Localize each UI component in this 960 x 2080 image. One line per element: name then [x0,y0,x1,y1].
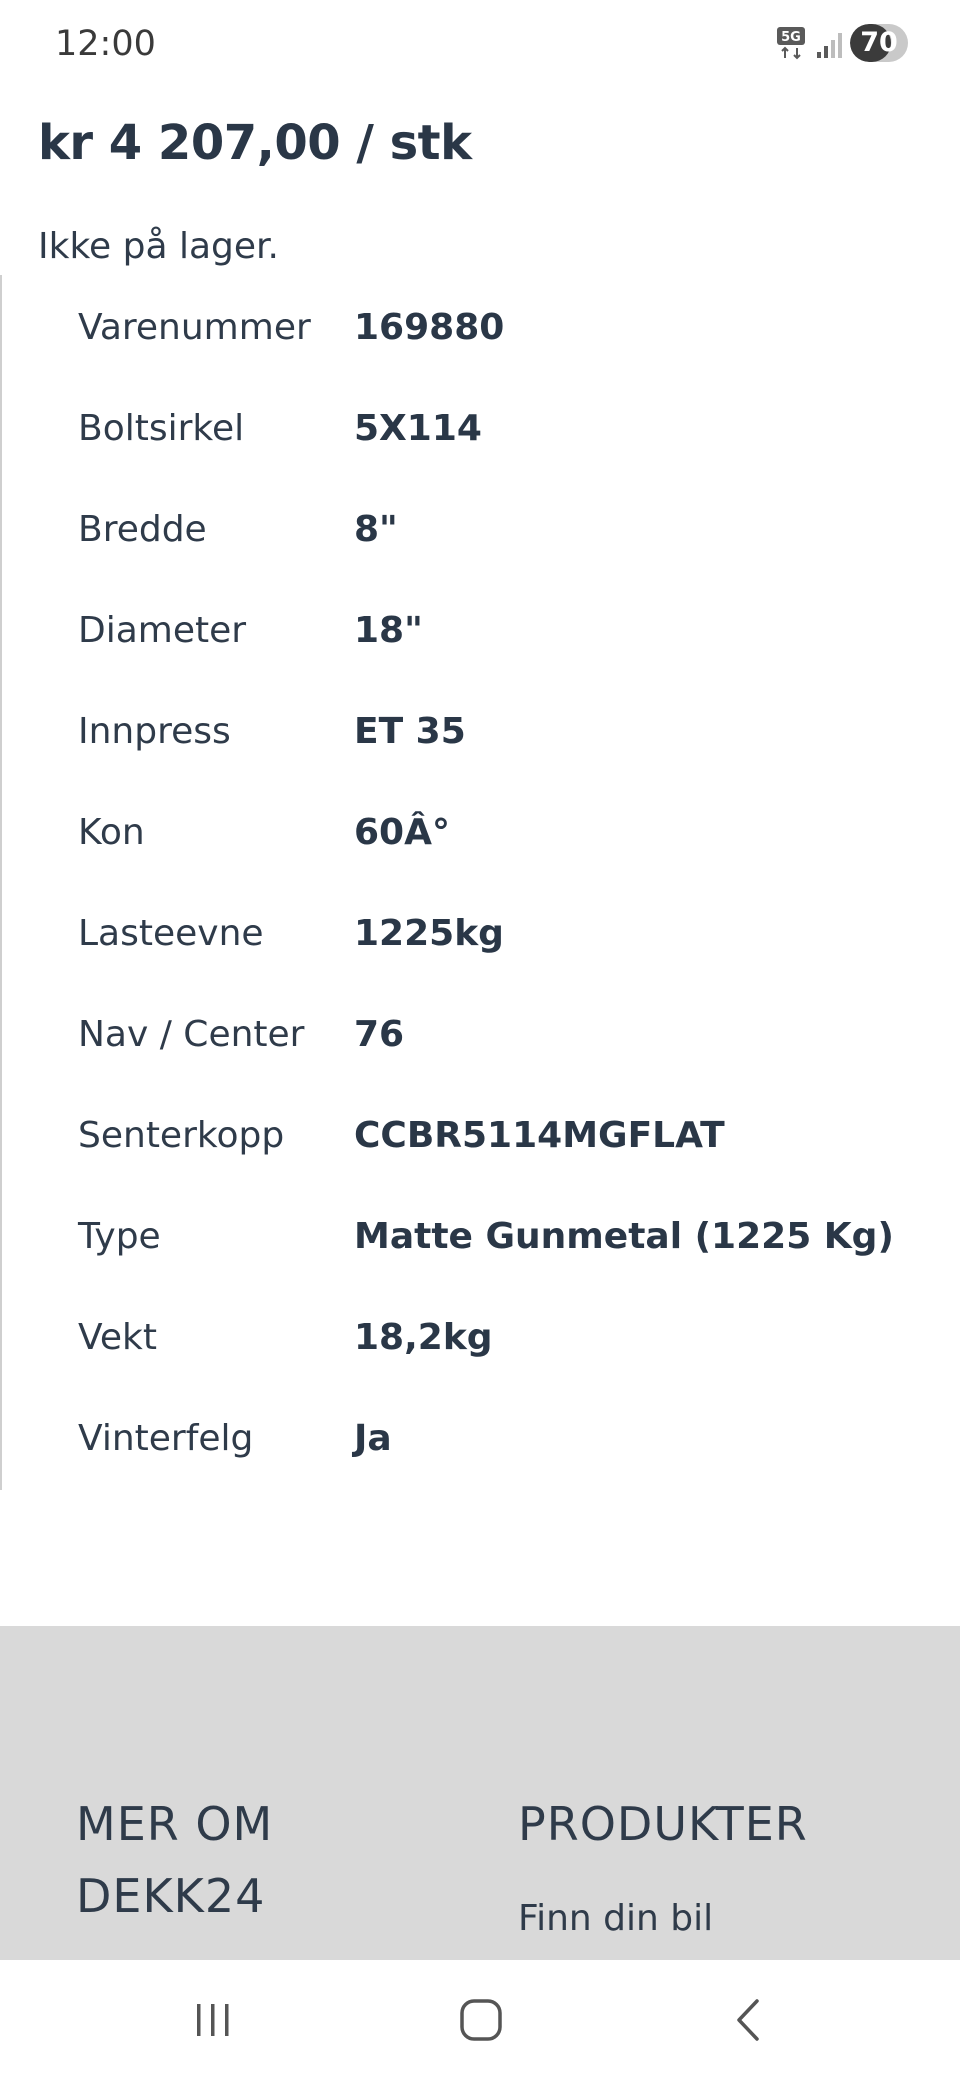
home-icon [460,1999,502,2041]
back-button[interactable] [689,1980,809,2060]
spec-value: 18,2kg [354,1317,493,1358]
spec-row: Innpress ET 35 [2,711,960,771]
spec-row: Nav / Center 76 [2,1014,960,1074]
spec-row: Vekt 18,2kg [2,1317,960,1377]
spec-label: Type [78,1216,161,1257]
spec-label: Innpress [78,711,231,752]
product-price: kr 4 207,00 / stk [38,115,472,171]
spec-label: Bredde [78,509,207,550]
footer-heading-products: PRODUKTER [518,1797,808,1851]
spec-row: Vinterfelg Ja [2,1418,960,1478]
spec-label: Diameter [78,610,247,651]
spec-value: 18" [354,610,423,651]
spec-value: CCBR5114MGFLAT [354,1115,725,1156]
spec-value: Matte Gunmetal (1225 Kg) [354,1216,894,1257]
spec-row: Bredde 8" [2,509,960,569]
spec-value: 60Â° [354,812,450,853]
spec-row: Boltsirkel 5X114 [2,408,960,468]
navigation-bar [0,1960,960,2080]
spec-value: 169880 [354,307,505,348]
spec-row: Type Matte Gunmetal (1225 Kg) [2,1216,960,1276]
spec-value: Ja [354,1418,392,1459]
site-footer: MER OM DEKK24 PRODUKTER Finn din bil [0,1626,960,1960]
spec-label: Vinterfelg [78,1418,254,1459]
signal-strength-icon [817,33,842,58]
footer-heading-about: MER OM DEKK24 [76,1788,273,1932]
recent-apps-icon [197,2004,229,2036]
spec-row: Lasteevne 1225kg [2,913,960,973]
spec-row: Senterkopp CCBR5114MGFLAT [2,1115,960,1175]
spec-value: 1225kg [354,913,504,954]
spec-label: Kon [78,812,145,853]
spec-row: Varenummer 169880 [2,307,960,367]
spec-value: 8" [354,509,398,550]
home-button[interactable] [421,1980,541,2060]
spec-label: Senterkopp [78,1115,285,1156]
spec-value: 76 [354,1014,405,1055]
spec-table: Varenummer 169880 Boltsirkel 5X114 Bredd… [0,275,960,1490]
spec-row: Kon 60Â° [2,812,960,872]
stock-status: Ikke på lager. [38,226,279,267]
back-icon [737,1999,759,2041]
spec-label: Nav / Center [78,1014,305,1055]
spec-row: Diameter 18" [2,610,960,670]
battery-icon: 70 [850,24,908,62]
battery-level: 70 [860,27,898,58]
5g-network-icon: 5G [777,27,805,60]
footer-heading-about-line1: MER OM [76,1797,274,1851]
status-bar: 12:00 5G 70 [0,0,960,88]
spec-value: 5X114 [354,408,482,449]
recent-apps-button[interactable] [153,1980,273,2060]
footer-heading-about-line2: DEKK24 [76,1869,266,1923]
spec-label: Boltsirkel [78,408,245,449]
spec-label: Varenummer [78,307,311,348]
footer-link-find-car[interactable]: Finn din bil [518,1898,713,1939]
spec-label: Lasteevne [78,913,264,954]
spec-value: ET 35 [354,711,466,752]
status-time: 12:00 [55,24,156,64]
spec-label: Vekt [78,1317,157,1358]
svg-text:5G: 5G [781,30,801,45]
